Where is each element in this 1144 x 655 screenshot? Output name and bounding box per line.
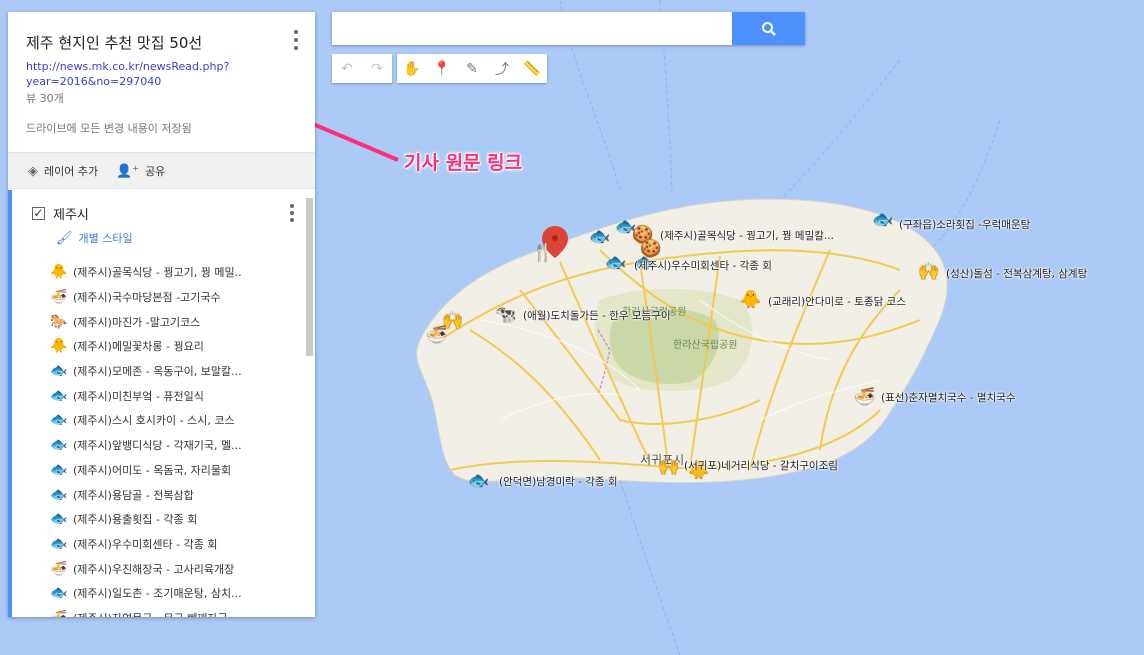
search-icon [761,21,776,36]
add-layer-label: 레이어 추가 [44,165,99,178]
fish-icon: 🐟 [50,461,68,478]
hand-icon[interactable]: ✋ [397,54,427,83]
layer-name[interactable]: 제주시 [53,204,89,223]
place-list-item[interactable]: 🐟 (제주시)앞뱅디식당 - 각재기국, 멜... [50,433,290,458]
fish-icon: 🐟 [50,412,68,429]
article-link-line2[interactable]: year=2016&no=297040 [26,75,161,88]
layer-header: ✓ 제주시 [32,204,89,223]
place-label: (제주시)메밀꽃차롱 - 꿩요리 [73,340,204,354]
place-label: (제주시)골목식당 - 꿩고기, 꿩 메밀.. [73,266,242,280]
place-list-item[interactable]: 🐟 (제주시)미친부엌 - 퓨전일식 [50,383,290,408]
place-list-item[interactable]: 🐎 (제주시)마진가 -말고기코스 [50,309,290,334]
place-label: (제주시)우진해장국 - 고사리육개장 [73,562,235,576]
place-label: (제주시)용출횟집 - 각종 회 [73,513,198,527]
layer-style-button[interactable]: 🖌 개별 스타일 [56,230,133,246]
layer-options-icon[interactable] [289,204,295,222]
place-list: 🐥 (제주시)골목식당 - 꿩고기, 꿩 메밀.. 🍜 (제주시)국수마당본점 -고기… [50,260,290,617]
share-label: 공유 [145,165,166,178]
layers-icon: ◈ [28,163,38,179]
scrollbar[interactable] [306,198,313,356]
fish-icon: 🐟 [50,535,68,552]
place-list-item[interactable]: 🐥 (제주시)메밀꽃차롱 - 꿩요리 [50,334,290,359]
article-link-line1[interactable]: http://news.mk.co.kr/newsRead.php? [26,60,229,73]
place-label: (제주시)국수마당본점 -고기국수 [73,291,221,305]
fish-icon: 🐟 [50,511,68,528]
undo-icon[interactable]: ↶ [332,54,362,83]
search-button[interactable] [732,12,805,45]
place-label: (제주시)앞뱅디식당 - 각재기국, 멜... [73,439,242,453]
marker-icon[interactable]: 📍 [427,54,457,83]
place-label: (제주시)모메존 - 옥동구이, 보말칼... [73,365,242,379]
paint-roller-icon: 🖌 [56,230,73,246]
directions-icon[interactable]: ⤴ [487,54,517,83]
search-box [332,12,805,45]
place-list-item[interactable]: 🐟 (제주시)일도촌 - 조기매운탕, 삼치... [50,581,290,606]
place-list-item[interactable]: 🐥 (제주시)골목식당 - 꿩고기, 꿩 메밀.. [50,260,290,285]
redo-icon[interactable]: ↷ [362,54,392,83]
add-layer-button[interactable]: ◈ 레이어 추가 [28,163,98,179]
place-label: (제주시)마진가 -말고기코스 [73,315,201,329]
place-list-item[interactable]: 🍜 (제주시)우진해장국 - 고사리육개장 [50,556,290,581]
horse-icon: 🐎 [50,313,68,330]
layer-section: ✓ 제주시 🖌 개별 스타일 🐥 (제주시)골목식당 - 꿩고기, 꿩 메밀.. 🍜… [8,190,315,617]
place-label: (제주시)자연문구 - 무구 빼깨자국... [73,610,238,617]
views-count: 뷰 30개 [26,92,64,105]
search-input[interactable] [332,12,732,45]
place-label: (제주시)일도촌 - 조기매운탕, 삼치... [73,587,242,601]
article-link[interactable]: http://news.mk.co.kr/newsRead.php? year=… [26,59,256,89]
place-list-item[interactable]: 🐟 (제주시)모메존 - 옥동구이, 보말칼... [50,359,290,384]
layer-checkbox[interactable]: ✓ [32,207,45,220]
place-label: (제주시)어미도 - 옥돔국, 자리물회 [73,463,232,477]
fish-icon: 🐟 [50,387,68,404]
add-person-icon: 👤⁺ [116,163,140,179]
map-title[interactable]: 제주 현지인 추천 맛집 50선 [26,32,202,53]
noodle-icon: 🍜 [50,610,67,617]
ruler-icon[interactable]: 📏 [517,54,547,83]
share-button[interactable]: 👤⁺ 공유 [116,163,165,179]
undo-redo-group: ↶ ↷ [332,54,392,83]
place-list-item[interactable]: 🐟 (제주시)어미도 - 옥돔국, 자리물회 [50,458,290,483]
place-label: (제주시)용담골 - 전복삼합 [73,488,194,502]
noodle-icon: 🍜 [50,560,68,577]
place-label: (제주시)스시 호시카이 - 스시, 코스 [73,414,235,428]
draw-line-icon[interactable]: ✎ [457,54,487,83]
layer-toolbar: ◈ 레이어 추가 👤⁺ 공유 [8,152,315,189]
layer-style-label: 개별 스타일 [78,232,133,245]
place-label: (제주시)우수미회센타 - 각종 회 [73,537,218,551]
fish-icon: 🐟 [50,486,68,503]
fish-icon: 🐟 [50,585,68,602]
place-list-item[interactable]: 🍜 (제주시)자연문구 - 무구 빼깨자국... [50,606,290,617]
place-list-item[interactable]: 🐟 (제주시)용담골 - 전복삼합 [50,482,290,507]
place-list-item[interactable]: 🍜 (제주시)국수마당본점 -고기국수 [50,285,290,310]
noodle-icon: 🍜 [50,289,68,306]
map-options-icon[interactable] [293,30,299,50]
chicken-icon: 🐥 [50,264,68,281]
fish-icon: 🐟 [50,437,68,454]
place-label: (제주시)미친부엌 - 퓨전일식 [73,389,204,403]
place-list-item[interactable]: 🐟 (제주시)우수미회센타 - 각종 회 [50,532,290,557]
place-list-item[interactable]: 🐟 (제주시)용출횟집 - 각종 회 [50,507,290,532]
chicken-icon: 🐥 [50,338,68,355]
map-panel: 제주 현지인 추천 맛집 50선 http://news.mk.co.kr/ne… [8,12,315,617]
annotation-text: 기사 원문 링크 [404,152,523,174]
map-tools-group: ✋ 📍 ✎ ⤴ 📏 [397,54,547,83]
place-list-item[interactable]: 🐟 (제주시)스시 호시카이 - 스시, 코스 [50,408,290,433]
save-status: 드라이브에 모든 변경 내용이 저장됨 [26,122,192,135]
fish-icon: 🐟 [50,363,68,380]
